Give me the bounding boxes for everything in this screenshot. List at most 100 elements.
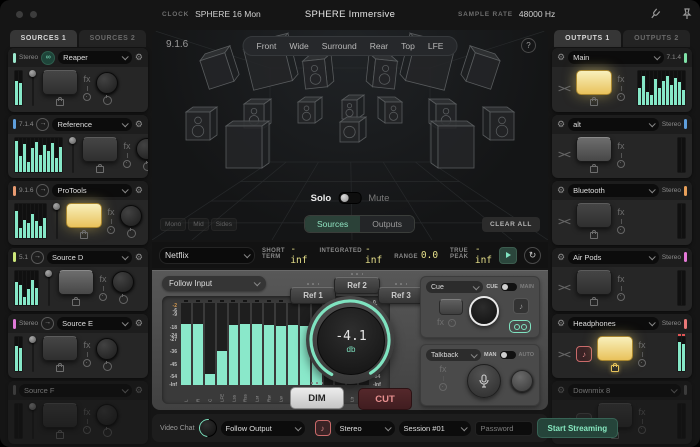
msm-button-sides[interactable]: Sides — [211, 218, 237, 231]
gear-icon[interactable]: ⚙ — [135, 53, 143, 62]
view-tab-outputs[interactable]: Outputs — [360, 216, 414, 232]
fader-knob[interactable] — [29, 70, 36, 77]
output-main-button[interactable] — [597, 336, 633, 361]
fader-knob[interactable] — [29, 403, 36, 410]
talkback-select[interactable]: Talkback — [426, 349, 481, 361]
fader-knob[interactable] — [45, 270, 52, 277]
output-main-button[interactable] — [576, 203, 612, 228]
output-name-select[interactable]: Downmix 8 — [568, 384, 681, 397]
help-icon[interactable]: ? — [521, 38, 536, 53]
source-name-select[interactable]: Source E — [57, 317, 132, 330]
cue-level-knob[interactable] — [469, 296, 499, 326]
window-dot-1[interactable] — [16, 11, 23, 18]
fx-bypass-icon[interactable] — [83, 359, 91, 367]
music-note-button[interactable]: ♪ — [576, 346, 592, 362]
lock-icon[interactable] — [56, 99, 64, 106]
gear-icon[interactable]: ⚙ — [557, 186, 565, 195]
msm-button-mono[interactable]: Mono — [160, 218, 186, 231]
stream-format-select[interactable]: Stereo — [335, 421, 395, 436]
clear-all-button[interactable]: CLEAR ALL — [482, 217, 540, 232]
gear-icon[interactable]: ⚙ — [135, 319, 143, 328]
channel-main-button[interactable] — [66, 203, 102, 228]
source-name-select[interactable]: ProTools — [52, 184, 131, 197]
source-name-select[interactable]: Source D — [47, 251, 132, 264]
fx-bypass-icon[interactable] — [617, 226, 625, 234]
stream-music-note-icon[interactable]: ♪ — [315, 420, 331, 436]
fx-bypass-icon[interactable] — [617, 293, 625, 301]
loudness-reset-button[interactable]: ↻ — [524, 247, 541, 264]
channel-trim-knob[interactable] — [96, 404, 118, 426]
fx-bypass-icon[interactable] — [448, 319, 456, 327]
link-icon[interactable]: ∞ — [41, 51, 55, 65]
output-name-select[interactable]: Air Pods — [568, 251, 659, 264]
gear-icon[interactable]: ⚙ — [135, 253, 143, 262]
input-route-icon[interactable]: → — [41, 317, 54, 330]
speaker-group-button-surround[interactable]: Surround — [322, 41, 357, 51]
lock-icon[interactable] — [56, 432, 64, 439]
sources-tab[interactable]: SOURCES 1 — [10, 30, 77, 47]
output-main-button[interactable] — [576, 270, 612, 295]
power-icon[interactable] — [103, 362, 112, 371]
lock-icon[interactable] — [96, 166, 104, 173]
outputs-tab[interactable]: OUTPUTS 2 — [623, 30, 690, 47]
crossfade-icon[interactable] — [558, 149, 571, 160]
input-route-icon[interactable]: → — [36, 118, 49, 131]
input-route-icon[interactable]: → — [36, 184, 49, 197]
fx-bypass-icon[interactable] — [107, 226, 115, 234]
source-name-select[interactable]: Reaper — [58, 51, 132, 64]
fader-knob[interactable] — [69, 137, 76, 144]
channel-fader[interactable] — [28, 70, 37, 106]
fx-bypass-icon[interactable] — [83, 426, 91, 434]
sources-tab[interactable]: SOURCES 2 — [79, 30, 146, 47]
channel-main-button[interactable] — [58, 270, 94, 295]
output-name-select[interactable]: Main — [568, 51, 663, 64]
fx-bypass-icon[interactable] — [638, 426, 646, 434]
cue-button[interactable] — [439, 299, 463, 315]
speaker-group-button-rear[interactable]: Rear — [370, 41, 388, 51]
output-main-button[interactable] — [576, 137, 612, 162]
fader-knob[interactable] — [29, 336, 36, 343]
loudness-play-button[interactable] — [499, 247, 517, 264]
lock-icon[interactable] — [72, 299, 80, 306]
power-icon[interactable] — [119, 295, 128, 304]
output-name-select[interactable]: alt — [568, 118, 659, 131]
power-icon[interactable] — [103, 428, 112, 437]
talkback-man-auto-toggle[interactable] — [500, 351, 516, 359]
gear-icon[interactable]: ⚙ — [557, 53, 565, 62]
lock-icon[interactable] — [590, 299, 598, 306]
channel-fader[interactable] — [68, 137, 77, 173]
solo-mute-toggle[interactable] — [338, 192, 361, 204]
gear-icon[interactable]: ⚙ — [135, 186, 143, 195]
source-name-select[interactable]: Source F — [19, 384, 132, 397]
speaker-group-button-top[interactable]: Top — [401, 41, 415, 51]
fx-bypass-icon[interactable] — [83, 93, 91, 101]
tuning-fork-icon[interactable] — [648, 7, 662, 21]
fx-bypass-icon[interactable] — [617, 93, 625, 101]
lock-icon[interactable] — [80, 232, 88, 239]
stereo-link-icon[interactable] — [509, 320, 531, 333]
lock-icon[interactable] — [590, 166, 598, 173]
cut-button[interactable]: CUT — [358, 388, 412, 410]
fx-bypass-icon[interactable] — [638, 359, 646, 367]
monitor-source-select[interactable]: Follow Input — [162, 276, 266, 291]
channel-main-button[interactable] — [42, 403, 78, 428]
pin-icon[interactable] — [680, 7, 694, 21]
loudness-preset-select[interactable]: Netflix — [159, 247, 255, 264]
channel-main-button[interactable] — [42, 70, 78, 95]
cue-select[interactable]: Cue — [426, 281, 483, 293]
channel-fader[interactable] — [44, 270, 53, 306]
msm-button-mid[interactable]: Mid — [188, 218, 208, 231]
video-chat-knob[interactable] — [199, 419, 217, 437]
talkback-mic-button[interactable] — [467, 364, 501, 398]
lock-icon[interactable] — [56, 365, 64, 372]
input-route-icon[interactable]: → — [31, 251, 44, 264]
cue-music-note-button[interactable]: ♪ — [513, 298, 529, 314]
video-chat-output-select[interactable]: Follow Output — [221, 421, 305, 436]
outputs-tab[interactable]: OUTPUTS 1 — [554, 30, 621, 47]
fx-bypass-icon[interactable] — [99, 293, 107, 301]
fader-knob[interactable] — [53, 203, 60, 210]
lock-icon[interactable] — [590, 232, 598, 239]
volume-knob[interactable]: -4.1 db — [306, 296, 394, 384]
lock-icon[interactable] — [590, 99, 598, 106]
output-main-button[interactable] — [576, 70, 612, 95]
